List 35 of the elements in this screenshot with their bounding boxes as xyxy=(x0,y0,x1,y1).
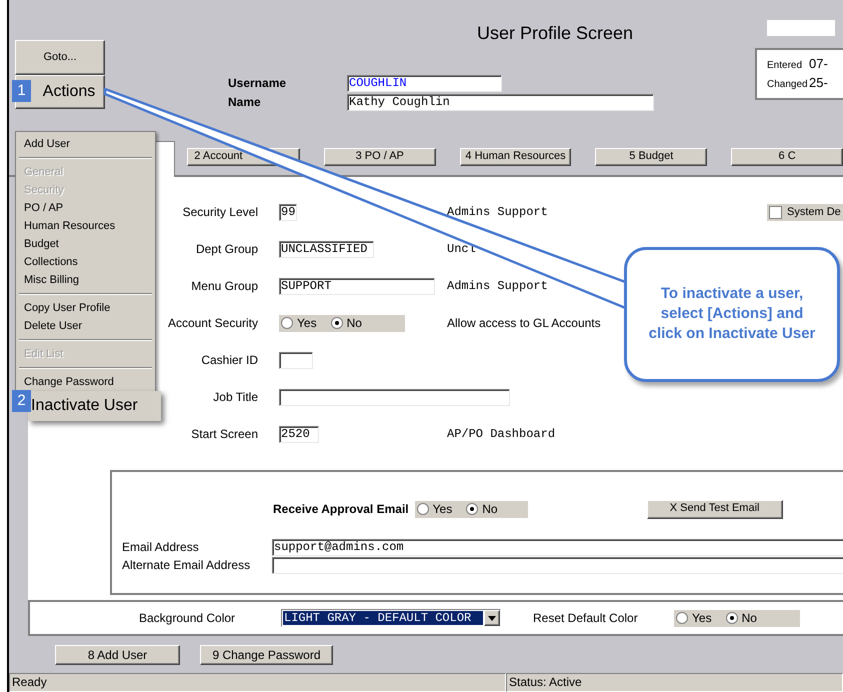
audit-value: 07- xyxy=(809,56,828,72)
radio-label: No xyxy=(346,316,362,331)
field-label: Dept Group xyxy=(196,242,258,256)
step-number-badge: 1 xyxy=(12,80,31,102)
step-number-badge: 2 xyxy=(12,390,31,412)
field-label: Email Address xyxy=(121,540,200,555)
callout-text: To inactivate a user, select [Actions] and click on Inactivate User xyxy=(624,247,840,382)
field-label: Menu Group xyxy=(191,279,258,294)
radio-label: No xyxy=(742,610,757,626)
audit-value: 25- xyxy=(809,75,828,91)
field-label: Start Screen xyxy=(191,427,258,442)
field-label: Alternate Email Address xyxy=(121,558,252,573)
audit-label: Changed xyxy=(767,79,809,91)
field-description: Admins Support xyxy=(447,279,548,294)
radio-label: Yes xyxy=(432,502,452,516)
field-label: Username xyxy=(228,76,288,91)
radio-label: Yes xyxy=(692,610,712,626)
field-description: Admins Support xyxy=(447,205,548,220)
field-description: Allow access to GL Accounts xyxy=(447,316,601,331)
radio-label: No xyxy=(482,502,498,516)
field-label: Receive Approval Email xyxy=(272,502,409,516)
field-label: Security Level xyxy=(182,205,258,220)
radio-label: Yes xyxy=(297,316,317,331)
field-label: Account Security xyxy=(168,316,258,330)
status-text: Ready xyxy=(9,673,506,692)
field-label: Background Color xyxy=(138,610,236,626)
field-label: Cashier ID xyxy=(201,353,258,368)
field-label: Name xyxy=(228,95,262,110)
screen-title: User Profile Screen xyxy=(476,22,634,45)
status-text: Status: Active xyxy=(506,673,843,692)
checkbox-label: System De xyxy=(787,206,841,220)
audit-label: Entered xyxy=(767,60,804,72)
field-label: Job Title xyxy=(213,390,258,404)
field-description: AP/PO Dashboard xyxy=(447,427,556,442)
field-label: Reset Default Color xyxy=(533,610,639,626)
